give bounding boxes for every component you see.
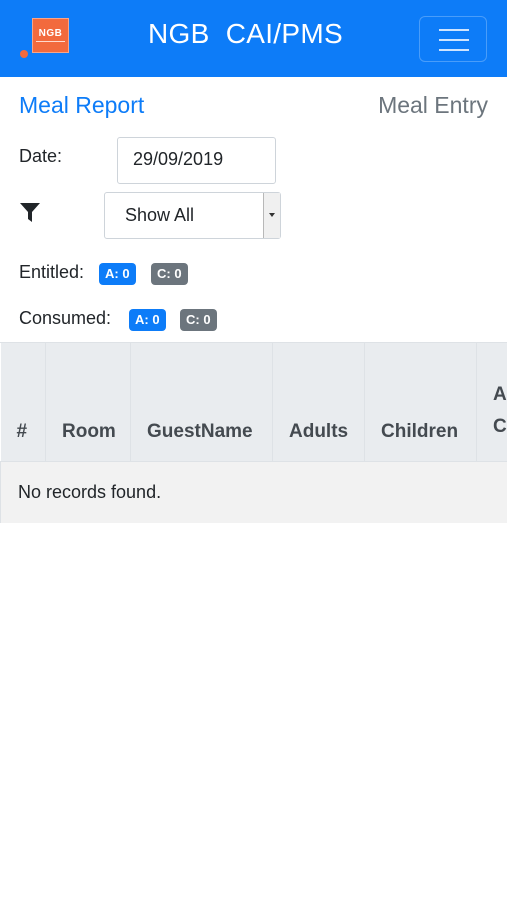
table-row: No records found. (0, 460, 507, 523)
filter-select[interactable]: Show All (104, 192, 281, 239)
column-header-line-2: Co (493, 415, 507, 437)
meal-report-link[interactable]: Meal Report (19, 92, 144, 119)
date-input[interactable]: 29/09/2019 (117, 137, 276, 184)
brand-title[interactable]: NGB CAI/PMS (148, 18, 343, 50)
column-header-adults[interactable]: Adults (272, 343, 365, 461)
consumed-children-badge: C: 0 (180, 309, 217, 331)
table-header-row: # Room GuestName Adults Children Ad Co (0, 343, 507, 461)
hamburger-icon (439, 29, 469, 31)
consumed-label: Consumed: (19, 308, 112, 328)
app-logo[interactable]: NGB (20, 16, 70, 62)
column-header-line-1: Ad (493, 383, 507, 405)
meal-entry-link[interactable]: Meal Entry (378, 92, 488, 119)
date-label: Date: (19, 146, 63, 166)
filter-icon (20, 203, 40, 222)
no-records-message: No records found. (0, 460, 507, 523)
column-header-children[interactable]: Children (364, 343, 477, 461)
column-header-number[interactable]: # (0, 343, 46, 461)
meal-table-container[interactable]: # Room GuestName Adults Children Ad Co No… (0, 342, 507, 523)
logo-text: NGB (38, 28, 63, 39)
consumed-adults-badge: A: 0 (129, 309, 166, 331)
column-header-adults-consumed[interactable]: Ad Co (476, 343, 507, 461)
entitled-children-badge: C: 0 (151, 263, 188, 285)
filter-select-value: Show All (125, 205, 195, 225)
hamburger-icon-bar (439, 39, 469, 41)
logo-box: NGB (32, 18, 69, 53)
chevron-down-icon[interactable] (263, 193, 280, 238)
column-header-room[interactable]: Room (45, 343, 131, 461)
menu-toggle-button[interactable] (419, 16, 487, 62)
logo-line (36, 41, 65, 42)
meal-table: # Room GuestName Adults Children Ad Co No… (0, 343, 507, 523)
entitled-label: Entitled: (19, 262, 85, 282)
navbar: NGB NGB CAI/PMS (0, 0, 507, 77)
entitled-adults-badge: A: 0 (99, 263, 136, 285)
logo-dot (20, 50, 28, 58)
column-header-guestname[interactable]: GuestName (130, 343, 273, 461)
hamburger-icon-bar (439, 49, 469, 51)
